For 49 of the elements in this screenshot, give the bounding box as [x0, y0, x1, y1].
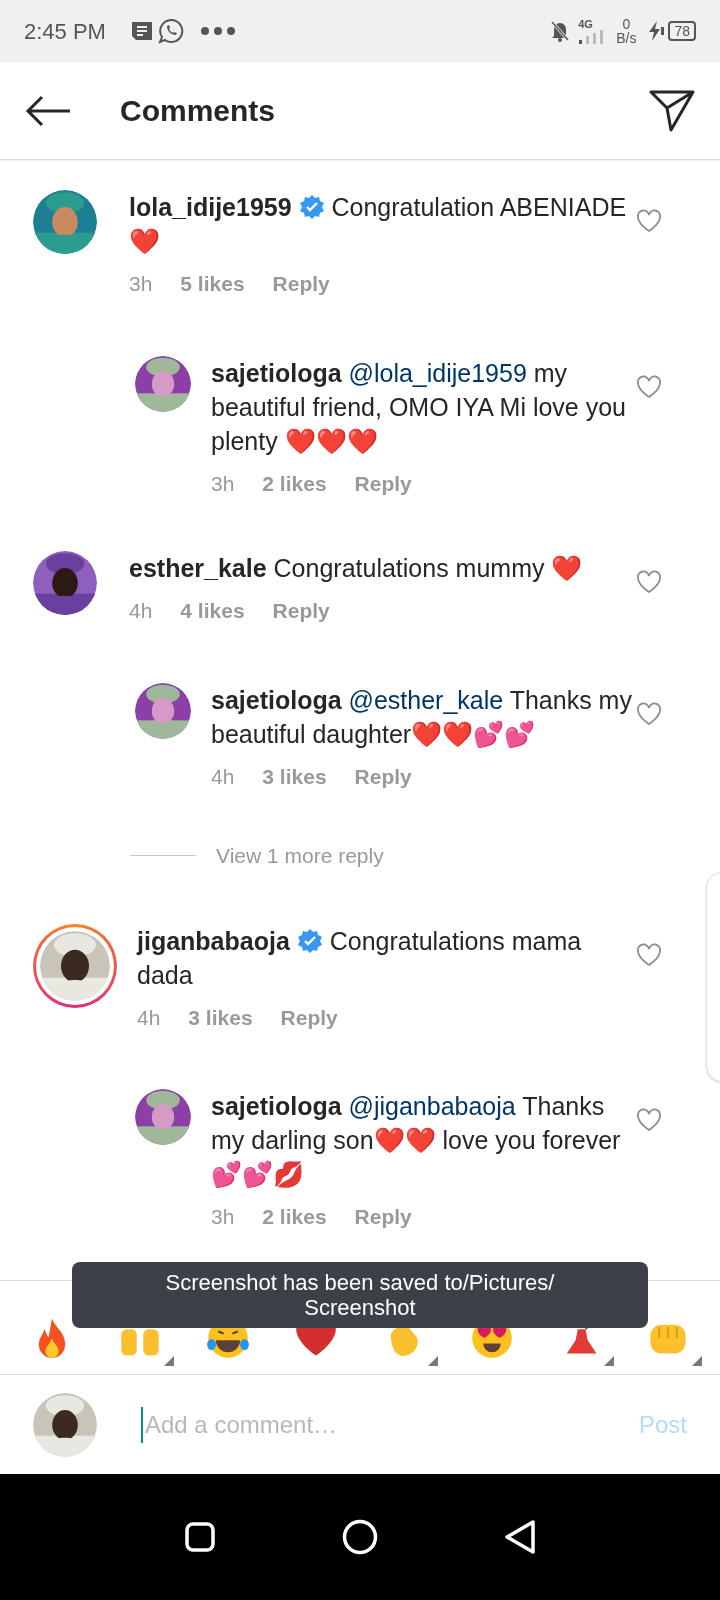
- comment-time: 4h: [129, 598, 153, 624]
- comment-text: sajetiologa @jiganbabaoja Thanks my darling son❤❤ love you forever💕💕💋: [211, 1091, 622, 1190]
- reply-link[interactable]: Reply: [280, 1001, 338, 1033]
- comment-text: lola_idije1959 Congratulation ABENIADE ❤: [129, 192, 628, 257]
- reply-link[interactable]: Reply: [354, 467, 412, 499]
- view-replies-link[interactable]: View 1 more reply: [216, 840, 384, 872]
- likes-count-link[interactable]: 2 likes: [262, 1201, 327, 1233]
- likes-count-link[interactable]: 3 likes: [188, 1001, 253, 1033]
- page-title: Comments: [120, 93, 276, 129]
- comment-input-field[interactable]: Add a comment…: [141, 1406, 639, 1443]
- comment-time: 3h: [211, 1204, 235, 1230]
- muted-bell-icon: [550, 20, 571, 42]
- speed-value: 0: [622, 17, 631, 31]
- comment-time: 3h: [211, 470, 235, 497]
- message-icon: [129, 20, 154, 42]
- comment-time: 3h: [129, 271, 153, 297]
- reply-link[interactable]: Reply: [272, 268, 330, 300]
- mention-link[interactable]: @lola_idije1959: [348, 358, 527, 387]
- likes-count-link[interactable]: 4 likes: [180, 595, 245, 627]
- reply-link[interactable]: Reply: [354, 760, 412, 792]
- comment-text: esther_kale Congratulations mummy ❤: [129, 553, 584, 584]
- phone-chat-icon: [157, 18, 184, 44]
- battery-level: 78: [668, 21, 696, 41]
- toast-message: Screenshot has been saved to/Pictures/Screenshot: [164, 1270, 556, 1320]
- like-button[interactable]: [635, 941, 663, 968]
- speed-unit: B/s: [616, 31, 637, 45]
- home-button[interactable]: [340, 1517, 380, 1557]
- likes-count-link[interactable]: 5 likes: [180, 268, 245, 300]
- like-button[interactable]: [635, 569, 663, 595]
- like-button[interactable]: [635, 373, 663, 400]
- reply-link[interactable]: Reply: [354, 1201, 412, 1233]
- mention-link[interactable]: @esther_kale: [348, 685, 504, 714]
- like-button[interactable]: [635, 208, 663, 234]
- like-button[interactable]: [635, 1107, 663, 1133]
- charging-icon: [648, 21, 665, 41]
- likes-count-link[interactable]: 2 likes: [262, 467, 327, 499]
- signal-icon: [578, 29, 605, 44]
- network-type: 4G: [578, 18, 593, 30]
- comment-text: sajetiologa @lola_idije1959 my beautiful friend, OMO IYA Mi love you plenty ❤❤❤: [211, 357, 627, 457]
- like-button[interactable]: [635, 700, 663, 727]
- comment-text: sajetiologa @esther_kale Thanks my beautiful daughter❤❤💕💕: [211, 684, 633, 750]
- likes-count-link[interactable]: 3 likes: [262, 760, 327, 792]
- more-icon: [199, 26, 236, 36]
- comment-text: jiganbabaoja Congratulations mama dada: [137, 925, 583, 991]
- reply-link[interactable]: Reply: [272, 595, 330, 627]
- comment-time: 4h: [137, 1004, 161, 1031]
- comment-time: 4h: [211, 763, 235, 790]
- status-time: 2:45 PM: [24, 17, 106, 46]
- mention-link[interactable]: @jiganbabaoja: [348, 1092, 516, 1120]
